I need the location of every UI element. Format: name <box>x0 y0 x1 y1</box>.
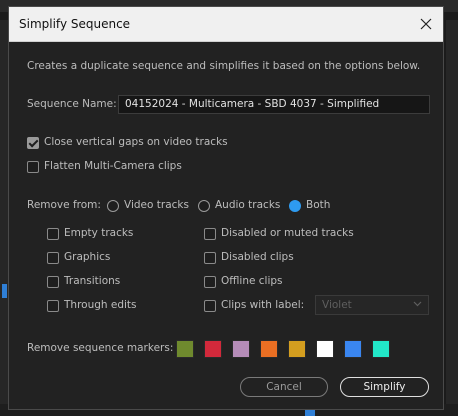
dialog-title: Simplify Sequence <box>19 17 131 31</box>
cancel-button[interactable]: Cancel <box>240 377 328 397</box>
transitions-label: Transitions <box>64 275 121 287</box>
marker-color-swatch[interactable] <box>232 340 250 358</box>
flatten-multicam-label: Flatten Multi-Camera clips <box>44 160 182 172</box>
radio-both-label: Both <box>306 199 331 211</box>
disabled-muted-tracks-checkbox[interactable] <box>204 228 216 240</box>
radio-video-tracks-label: Video tracks <box>124 199 189 211</box>
clips-with-label-label: Clips with label: <box>221 299 305 311</box>
marker-color-swatch[interactable] <box>288 340 306 358</box>
empty-tracks-label: Empty tracks <box>64 227 134 239</box>
marker-color-swatch[interactable] <box>344 340 362 358</box>
close-gaps-checkbox[interactable] <box>27 137 39 149</box>
marker-color-swatch[interactable] <box>260 340 278 358</box>
radio-audio-tracks-label: Audio tracks <box>215 199 281 211</box>
marker-color-swatch[interactable] <box>316 340 334 358</box>
radio-video-tracks[interactable] <box>107 200 119 212</box>
app-left-edge <box>0 20 8 416</box>
remove-markers-label: Remove sequence markers: <box>27 342 174 354</box>
graphics-checkbox[interactable] <box>47 252 59 264</box>
marker-color-swatch[interactable] <box>372 340 390 358</box>
radio-audio-tracks[interactable] <box>198 200 210 212</box>
transitions-checkbox[interactable] <box>47 276 59 288</box>
clips-with-label-checkbox[interactable] <box>204 300 216 312</box>
disabled-clips-label: Disabled clips <box>221 251 294 263</box>
dialog-titlebar: Simplify Sequence <box>9 7 443 42</box>
graphics-label: Graphics <box>64 251 111 263</box>
dialog-description: Creates a duplicate sequence and simplif… <box>27 60 421 72</box>
label-color-select-value: Violet <box>322 299 352 311</box>
marker-color-swatch[interactable] <box>176 340 194 358</box>
label-color-select[interactable]: Violet <box>315 295 429 315</box>
disabled-muted-tracks-label: Disabled or muted tracks <box>221 227 354 239</box>
offline-clips-checkbox[interactable] <box>204 276 216 288</box>
remove-from-label: Remove from: <box>27 199 101 211</box>
close-icon[interactable] <box>415 13 437 35</box>
chevron-down-icon <box>413 299 422 311</box>
through-edits-label: Through edits <box>64 299 137 311</box>
sequence-name-label: Sequence Name: <box>27 98 117 110</box>
sequence-name-input[interactable]: 04152024 - Multicamera - SBD 4037 - Simp… <box>118 95 430 114</box>
app-right-edge <box>446 20 458 416</box>
flatten-multicam-checkbox[interactable] <box>27 161 39 173</box>
app-playhead-marker <box>2 284 7 298</box>
simplify-button[interactable]: Simplify <box>340 377 429 397</box>
disabled-clips-checkbox[interactable] <box>204 252 216 264</box>
simplify-sequence-dialog: Simplify Sequence Creates a duplicate se… <box>8 6 444 410</box>
through-edits-checkbox[interactable] <box>47 300 59 312</box>
close-gaps-label: Close vertical gaps on video tracks <box>44 136 228 148</box>
marker-color-swatch[interactable] <box>204 340 222 358</box>
radio-both[interactable] <box>289 200 301 212</box>
offline-clips-label: Offline clips <box>221 275 283 287</box>
empty-tracks-checkbox[interactable] <box>47 228 59 240</box>
